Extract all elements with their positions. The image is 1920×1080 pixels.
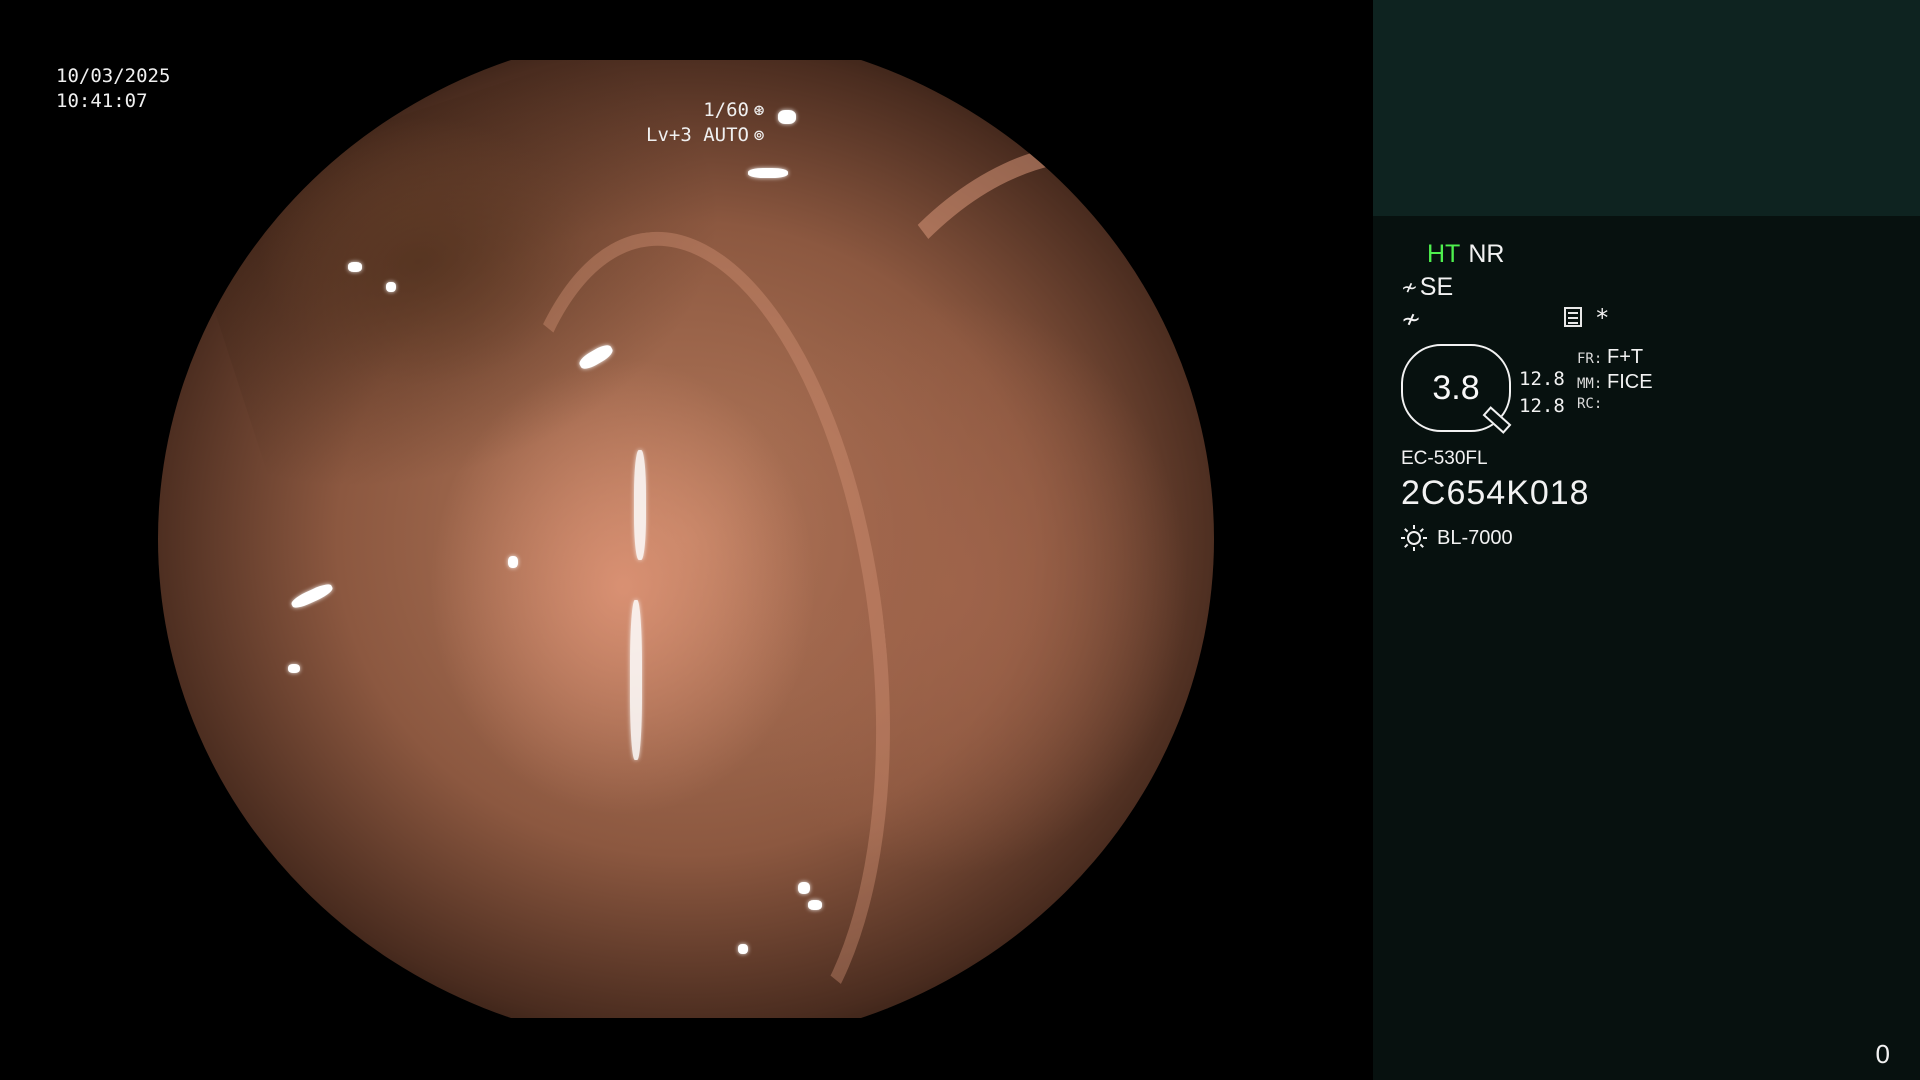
icon-row: ≁ *: [1401, 302, 1901, 336]
mm-value: FICE: [1607, 371, 1653, 393]
star-indicator: *: [1595, 304, 1610, 332]
shutter-speed-text: 1/60: [703, 99, 749, 121]
light-reflection: [738, 944, 748, 954]
light-reflection: [386, 282, 396, 292]
structure-enhancement-icon: ≁: [1401, 276, 1418, 299]
mm-key: MM:: [1577, 376, 1603, 392]
light-source-icon: [1401, 525, 1427, 551]
endoscopic-image: [158, 60, 1214, 1018]
ht-indicator: HT: [1427, 240, 1461, 268]
light-source-row: BL-7000: [1401, 525, 1901, 551]
menu-icon: [1564, 307, 1582, 327]
fr-value: F+T: [1607, 346, 1644, 368]
shutter-row: 1/60 ⊛: [646, 98, 769, 123]
se-row: ≁ SE: [1401, 272, 1901, 302]
se-indicator: SE: [1419, 272, 1454, 301]
light-reflection: [798, 882, 810, 894]
light-reflection: [634, 450, 646, 560]
light-reflection: [630, 600, 642, 760]
scope-model: EC-530FL: [1401, 448, 1488, 469]
nr-indicator: NR: [1468, 240, 1505, 268]
scope-serial: 2C654K018: [1401, 474, 1590, 512]
shutter-icon: ⊛: [753, 100, 765, 121]
rc-key: RC:: [1577, 396, 1603, 412]
fr-row: FR: F+T: [1577, 346, 1653, 371]
date-time-display: 10/03/2025 10:41:07: [56, 64, 170, 114]
image-counter: 0: [1875, 1039, 1890, 1069]
ht-nr-row: HT NR: [1427, 240, 1901, 272]
light-reflection: [508, 556, 518, 568]
exposure-display: 1/60 ⊛ Lv+3 AUTO ⊚: [646, 98, 769, 148]
panel-settings: HT NR ≁ SE ≁ * 3.8 12.8 12.8 FR: F+T MM: FIC…: [1401, 240, 1901, 551]
auto-iris-icon: ⊚: [753, 125, 765, 146]
light-reflection: [289, 581, 335, 611]
rc-row: RC:: [1577, 396, 1653, 421]
status-panel: HT NR ≁ SE ≁ * 3.8 12.8 12.8 FR: F+T MM: FIC…: [1373, 0, 1920, 1080]
level-bottom: 12.8: [1519, 395, 1565, 417]
time-text: 10:41:07: [56, 90, 148, 112]
level-row: Lv+3 AUTO ⊚: [646, 123, 769, 148]
fr-key: FR:: [1577, 351, 1603, 367]
light-reflection: [288, 664, 300, 673]
date-text: 10/03/2025: [56, 65, 171, 87]
light-source-text: BL-7000: [1437, 526, 1513, 549]
thumbnail-area: [1373, 0, 1920, 216]
endoscope-video-area: 10/03/2025 10:41:07 1/60 ⊛ Lv+3 AUTO ⊚: [0, 0, 1373, 1080]
color-tone-icon: ≁: [1401, 305, 1422, 333]
level-mode-text: Lv+3 AUTO: [646, 124, 749, 146]
gauge-levels: 12.8 12.8: [1519, 366, 1565, 420]
light-reflection: [348, 262, 362, 272]
mm-row: MM: FICE: [1577, 371, 1653, 396]
level-top: 12.8: [1519, 368, 1565, 390]
mode-labels: FR: F+T MM: FICE RC:: [1577, 346, 1653, 421]
light-reflection: [778, 110, 796, 124]
enhancement-gauge: 3.8 12.8 12.8 FR: F+T MM: FICE RC:: [1401, 344, 1901, 442]
light-reflection: [748, 168, 788, 178]
light-reflection: [808, 900, 822, 910]
